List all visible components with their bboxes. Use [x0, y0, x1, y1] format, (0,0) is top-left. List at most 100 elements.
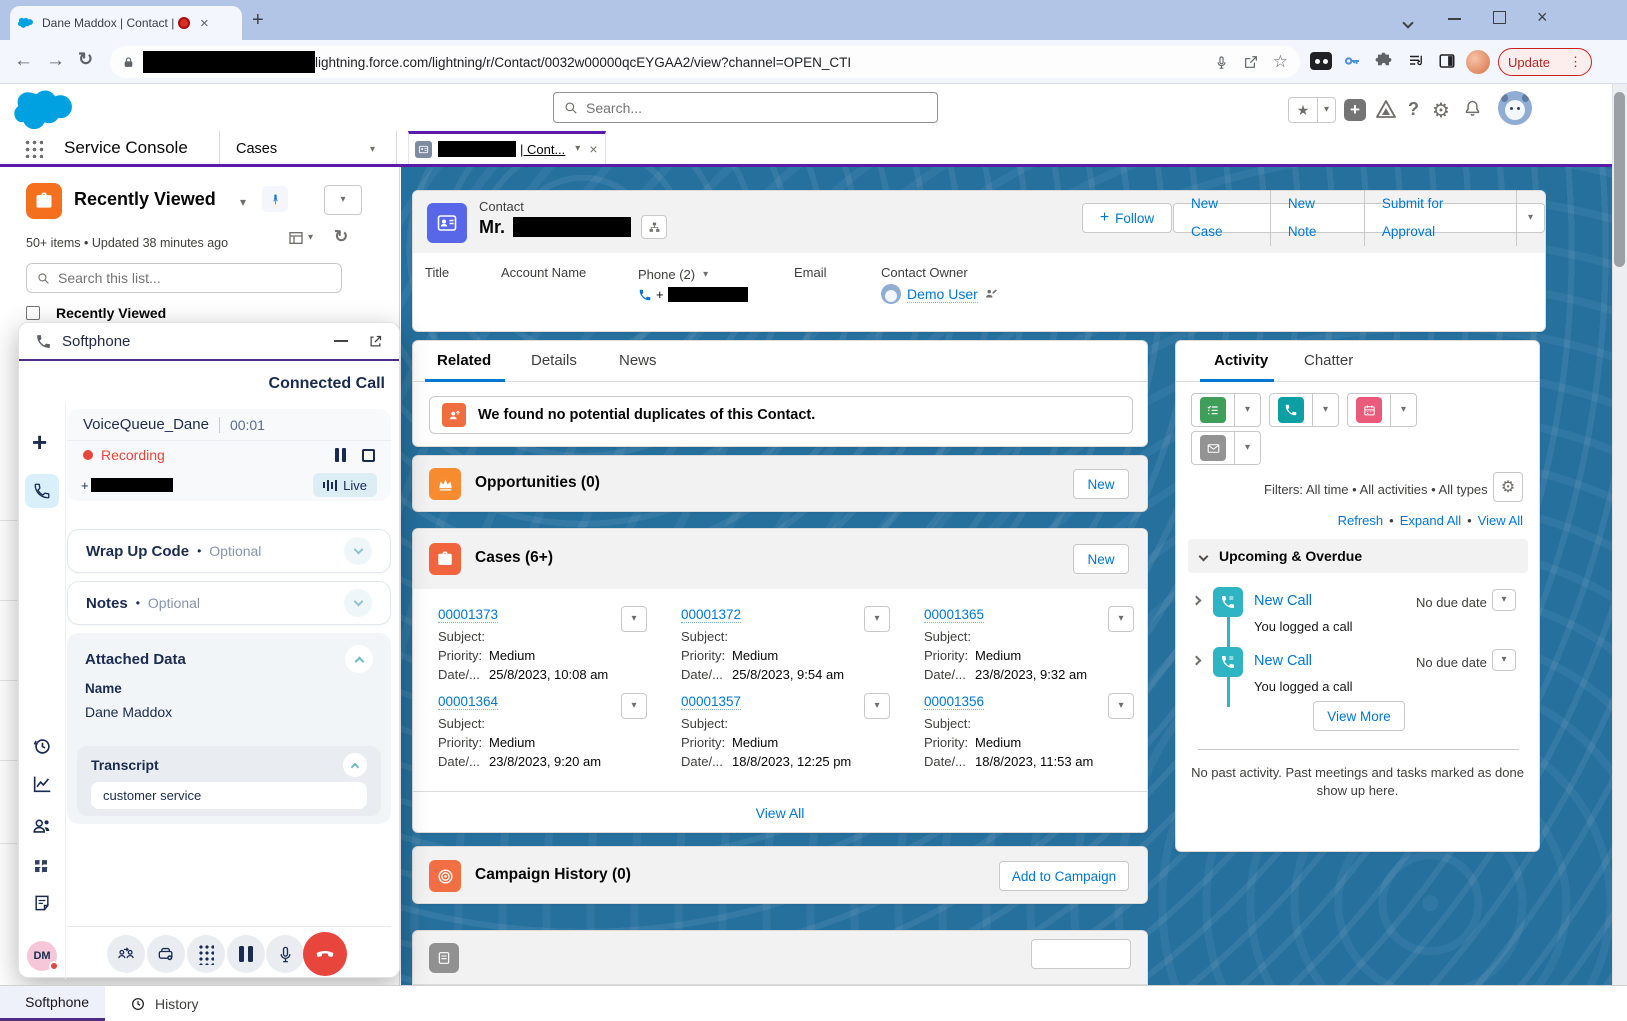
- cases-new-button[interactable]: New: [1073, 544, 1129, 574]
- reload-button[interactable]: ↻: [78, 49, 93, 70]
- follow-button[interactable]: +Follow: [1082, 203, 1172, 233]
- transcript-chevron-icon[interactable]: [343, 753, 367, 777]
- email-button[interactable]: [1192, 435, 1234, 461]
- tab-close-icon[interactable]: ×: [200, 15, 209, 32]
- change-owner-icon[interactable]: [984, 287, 998, 301]
- extension-recorder-icon[interactable]: [1310, 52, 1332, 70]
- field-phone-value[interactable]: +: [638, 287, 748, 302]
- update-button[interactable]: Update ⋮: [1498, 48, 1592, 76]
- section-collapse-icon[interactable]: [1199, 551, 1209, 561]
- swap-device-button[interactable]: [147, 935, 185, 973]
- log-call-dropdown-icon[interactable]: ▾: [1313, 405, 1338, 415]
- display-as-icon[interactable]: ▾: [288, 230, 313, 246]
- address-bar[interactable]: lightning.force.com/lightning/r/Contact/…: [110, 46, 1300, 78]
- case-number-link[interactable]: 00001365: [924, 607, 984, 623]
- softphone-minimize-icon[interactable]: [334, 340, 348, 342]
- app-launcher-icon[interactable]: [24, 139, 43, 158]
- tab-related[interactable]: Related: [437, 352, 491, 369]
- window-maximize-icon[interactable]: [1493, 11, 1506, 24]
- activity-item-dropdown[interactable]: ▾: [1492, 649, 1516, 671]
- new-case-button[interactable]: New Case: [1174, 190, 1271, 246]
- nav-tab-cases[interactable]: Cases: [236, 141, 277, 157]
- transfer-call-button[interactable]: [107, 935, 145, 973]
- global-search-box[interactable]: [553, 92, 938, 123]
- favorites-button[interactable]: ★ ▾: [1288, 97, 1336, 123]
- hold-call-button[interactable]: [227, 935, 265, 973]
- activity-item-expand-icon[interactable]: [1192, 656, 1202, 666]
- window-close-icon[interactable]: ×: [1537, 7, 1548, 28]
- row-checkbox[interactable]: [26, 306, 40, 320]
- email-dropdown-icon[interactable]: ▾: [1235, 443, 1260, 453]
- case-number-link[interactable]: 00001357: [681, 694, 741, 710]
- notes-chevron-icon[interactable]: [344, 589, 372, 617]
- list-view-selector-icon[interactable]: ▾: [240, 196, 246, 208]
- browser-menu-icon[interactable]: ⋮: [1569, 54, 1582, 70]
- reading-list-icon[interactable]: [1406, 52, 1426, 70]
- case-row-dropdown[interactable]: ▾: [621, 693, 647, 719]
- activity-filter-gear-button[interactable]: ⚙: [1493, 472, 1523, 502]
- cases-tab-dropdown-icon[interactable]: ▾: [370, 145, 375, 155]
- tab-details[interactable]: Details: [531, 352, 577, 369]
- share-icon[interactable]: [1243, 54, 1259, 70]
- rail-history-icon[interactable]: [31, 735, 53, 757]
- extensions-puzzle-icon[interactable]: [1374, 51, 1393, 70]
- event-dropdown-icon[interactable]: ▾: [1391, 405, 1416, 415]
- field-phone-label-row[interactable]: Phone (2)▾: [638, 267, 708, 282]
- list-search-box[interactable]: [26, 263, 342, 293]
- add-to-campaign-button[interactable]: Add to Campaign: [999, 861, 1129, 891]
- rail-agents-icon[interactable]: [31, 815, 53, 837]
- tab-activity[interactable]: Activity: [1214, 352, 1268, 369]
- transcript-field[interactable]: customer service: [91, 782, 367, 809]
- hierarchy-button[interactable]: [641, 215, 667, 239]
- end-call-button[interactable]: [303, 932, 347, 976]
- contact-tab-close-icon[interactable]: ×: [589, 141, 597, 157]
- browser-profile-avatar[interactable]: [1466, 50, 1490, 74]
- forward-button[interactable]: →: [46, 50, 65, 72]
- list-column-header[interactable]: Recently Viewed: [26, 305, 166, 321]
- view-all-link[interactable]: View All: [1478, 513, 1523, 528]
- partial-card-button[interactable]: [1031, 939, 1131, 969]
- expand-all-link[interactable]: Expand All: [1400, 513, 1461, 528]
- page-scrollbar-thumb[interactable]: [1614, 92, 1625, 267]
- mic-icon[interactable]: [1214, 54, 1229, 71]
- wrapup-accordion[interactable]: Wrap Up Code • Optional: [67, 529, 391, 573]
- activity-item-dropdown[interactable]: ▾: [1492, 589, 1516, 611]
- new-event-button[interactable]: [1348, 397, 1390, 423]
- stop-recording-icon[interactable]: [362, 449, 375, 462]
- case-number-link[interactable]: 00001364: [438, 694, 498, 710]
- browser-tab[interactable]: Dane Maddox | Contact | Sal ×: [10, 6, 242, 40]
- rail-phone-tab-icon[interactable]: [25, 474, 59, 508]
- app-name[interactable]: Service Console: [64, 138, 188, 158]
- view-more-button[interactable]: View More: [1313, 701, 1405, 731]
- nav-tab-contact-active[interactable]: | Cont... ▾ ×: [408, 131, 606, 164]
- list-view-title[interactable]: Recently Viewed: [74, 189, 216, 210]
- favorites-dropdown-icon[interactable]: ▾: [1318, 105, 1335, 115]
- upcoming-overdue-section[interactable]: Upcoming & Overdue: [1188, 539, 1528, 573]
- window-minimize-icon[interactable]: [1448, 18, 1461, 20]
- rail-user-avatar[interactable]: DM: [27, 941, 57, 971]
- rail-notes-icon[interactable]: [32, 893, 52, 913]
- bookmark-star-icon[interactable]: ☆: [1273, 52, 1288, 72]
- rail-apps-icon[interactable]: [32, 857, 52, 877]
- wrapup-chevron-icon[interactable]: [344, 537, 372, 565]
- global-search-input[interactable]: [586, 100, 916, 116]
- activity-item-title[interactable]: New Call: [1254, 653, 1312, 669]
- rail-add-icon[interactable]: +: [32, 427, 47, 458]
- owner-link[interactable]: Demo User: [907, 286, 978, 303]
- notifications-bell-icon[interactable]: [1462, 98, 1483, 120]
- opportunities-title[interactable]: Opportunities (0): [475, 474, 600, 492]
- list-search-input[interactable]: [58, 270, 318, 286]
- case-row-dropdown[interactable]: ▾: [1108, 606, 1134, 632]
- window-tab-search-icon[interactable]: [1404, 14, 1412, 30]
- more-actions-dropdown-icon[interactable]: ▾: [1517, 213, 1544, 223]
- new-task-button[interactable]: [1192, 397, 1234, 423]
- rail-chart-icon[interactable]: [31, 773, 53, 795]
- log-call-button[interactable]: [1270, 397, 1312, 423]
- case-number-link[interactable]: 00001373: [438, 607, 498, 623]
- refresh-link[interactable]: Refresh: [1338, 513, 1384, 528]
- list-refresh-icon[interactable]: ↻: [334, 227, 348, 247]
- case-row-dropdown[interactable]: ▾: [1108, 693, 1134, 719]
- list-column-header-label[interactable]: Recently Viewed: [56, 305, 166, 321]
- utility-tab-softphone[interactable]: Softphone: [0, 986, 105, 1021]
- contact-tab-dropdown-icon[interactable]: ▾: [575, 144, 580, 154]
